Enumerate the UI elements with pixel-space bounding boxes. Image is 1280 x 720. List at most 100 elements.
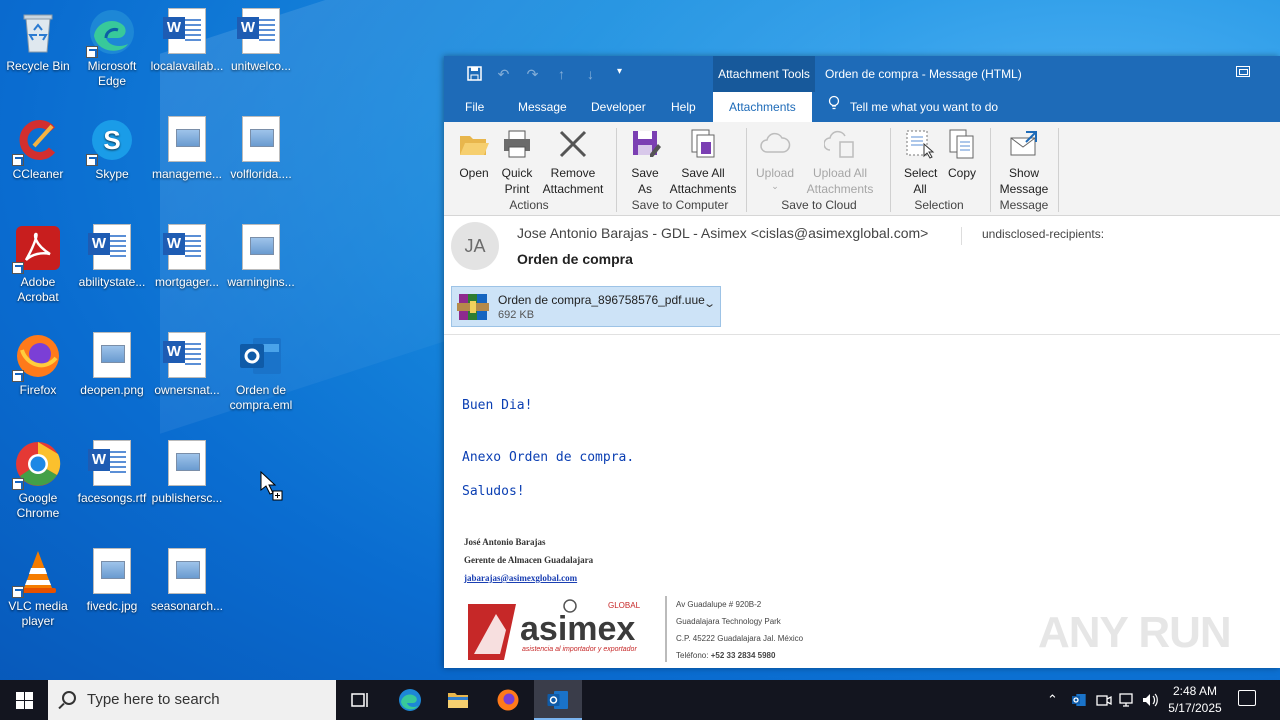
svg-text:GLOBAL: GLOBAL	[608, 601, 641, 610]
icon-label: seasonarch...	[150, 599, 224, 613]
skype-icon[interactable]: S Skype	[74, 116, 150, 182]
select-all-button[interactable]: Select All	[902, 128, 938, 197]
lightbulb-icon	[828, 92, 840, 122]
meet-now-icon[interactable]	[1096, 692, 1112, 708]
icon-label: deopen.png	[80, 383, 144, 397]
quick-print-button[interactable]: Quick Print	[496, 128, 538, 197]
outlook-tray-icon[interactable]	[1071, 692, 1087, 708]
outlook-message-window[interactable]: ↶ ↷ ↑ ↓ ▾ Attachment Tools Orden de comp…	[444, 56, 1280, 668]
customize-toolbar-icon[interactable]: ▾	[611, 66, 628, 84]
group-save-computer-label: Save to Computer	[631, 198, 729, 212]
chevron-down-icon[interactable]: ⌄	[703, 297, 716, 310]
recipients[interactable]: undisclosed-recipients:	[961, 227, 1104, 245]
icon-label: abilitystate...	[78, 275, 146, 289]
image-file-icon[interactable]: warningins...	[223, 224, 299, 290]
save-as-button[interactable]: Save As	[630, 128, 662, 197]
attachment-name: Orden de compra_896758576_pdf.uue	[498, 293, 705, 307]
ccleaner-icon[interactable]: CCleaner	[0, 116, 76, 182]
up-arrow-icon[interactable]: ↑	[553, 66, 570, 84]
body-closing: Saludos!	[462, 484, 525, 499]
edge-icon[interactable]: Microsoft Edge	[74, 8, 150, 89]
attachment-item[interactable]: Orden de compra_896758576_pdf.uue 692 KB…	[451, 286, 721, 327]
icon-label: Adobe Acrobat	[17, 275, 59, 304]
search-placeholder: Type here to search	[87, 691, 220, 708]
upload-button[interactable]: Upload ⌄	[754, 128, 796, 191]
sender[interactable]: Jose Antonio Barajas - GDL - Asimex <cis…	[517, 225, 928, 241]
word-document-icon[interactable]: W unitwelco...	[223, 8, 299, 74]
clock-date: 5/17/2025	[1168, 701, 1222, 715]
group-selection-label: Selection	[914, 198, 964, 212]
open-button[interactable]: Open	[456, 128, 492, 181]
show-hidden-icons-chevron-icon[interactable]: ⌃	[1047, 680, 1058, 720]
system-clock[interactable]: 2:48 AM 5/17/2025	[1164, 683, 1226, 717]
taskbar-file-explorer-button[interactable]	[434, 680, 482, 720]
vlc-icon[interactable]: VLC media player	[0, 548, 76, 629]
printer-icon	[501, 128, 533, 160]
ribbon-display-options-icon[interactable]	[1236, 66, 1250, 77]
avatar[interactable]: JA	[451, 222, 499, 270]
folder-icon	[448, 693, 468, 708]
remove-attachment-button[interactable]: Remove Attachment	[540, 128, 606, 197]
image-file-icon[interactable]: fivedc.jpg	[74, 548, 150, 614]
attachment-size: 692 KB	[498, 309, 535, 321]
notification-center-icon[interactable]	[1238, 690, 1256, 706]
save-icon[interactable]	[466, 66, 483, 84]
tab-attachments[interactable]: Attachments	[713, 92, 812, 122]
image-file-icon[interactable]: manageme...	[149, 116, 225, 182]
image-file-icon[interactable]: deopen.png	[74, 332, 150, 398]
word-document-icon[interactable]: W facesongs.rtf	[74, 440, 150, 506]
recycle-bin-icon[interactable]: Recycle Bin	[0, 8, 76, 74]
task-view-button[interactable]	[336, 680, 384, 720]
copy-button[interactable]: Copy	[944, 128, 980, 181]
image-file-icon[interactable]: volflorida....	[223, 116, 299, 182]
close-x-icon	[557, 128, 589, 160]
save-as-icon	[630, 128, 662, 160]
start-button[interactable]	[0, 680, 48, 720]
volume-icon[interactable]	[1142, 692, 1159, 708]
title-bar[interactable]: ↶ ↷ ↑ ↓ ▾ Attachment Tools Orden de comp…	[444, 56, 1280, 92]
taskbar-outlook-button[interactable]	[534, 680, 582, 720]
adobe-acrobat-icon[interactable]: Adobe Acrobat	[0, 224, 76, 305]
show-message-icon	[1008, 128, 1040, 160]
save-all-attachments-button[interactable]: Save All Attachments	[668, 128, 738, 197]
image-file-icon[interactable]: seasonarch...	[149, 548, 225, 614]
svg-text:asistencia al importador y exp: asistencia al importador y exportador	[522, 646, 637, 653]
tab-file[interactable]: File	[465, 92, 484, 122]
tab-message[interactable]: Message	[518, 92, 567, 122]
show-message-button[interactable]: Show Message	[998, 128, 1050, 197]
tell-me-search[interactable]: Tell me what you want to do	[828, 92, 998, 122]
icon-label: mortgager...	[154, 275, 220, 289]
icon-label: publishersc...	[151, 491, 223, 505]
word-document-icon[interactable]: W mortgager...	[149, 224, 225, 290]
outlook-icon	[547, 691, 568, 709]
tab-help[interactable]: Help	[671, 92, 696, 122]
word-document-icon[interactable]: W localavailab...	[149, 8, 225, 74]
network-icon[interactable]	[1119, 692, 1136, 708]
undo-icon[interactable]: ↶	[495, 66, 512, 84]
archive-file-icon	[457, 292, 489, 322]
svg-text:S: S	[103, 125, 120, 155]
attachment-tools-label: Attachment Tools	[713, 56, 815, 92]
taskbar-edge-button[interactable]	[386, 680, 434, 720]
taskbar-firefox-button[interactable]	[484, 680, 532, 720]
upload-all-attachments-button[interactable]: Upload All Attachments	[798, 128, 882, 197]
image-file-icon[interactable]: publishersc...	[149, 440, 225, 506]
select-all-icon	[904, 128, 936, 160]
watermark: ANY RUN	[1038, 608, 1232, 657]
tab-developer[interactable]: Developer	[591, 92, 646, 122]
signature-email-link[interactable]: jabarajas@asimexglobal.com	[464, 573, 577, 583]
asimex-logo: asimex GLOBAL asistencia al importador y…	[466, 596, 662, 662]
redo-icon[interactable]: ↷	[524, 66, 541, 84]
google-chrome-icon[interactable]: Google Chrome	[0, 440, 76, 521]
outlook-eml-icon[interactable]: Orden de compra.eml	[223, 332, 299, 413]
firefox-icon[interactable]: Firefox	[0, 332, 76, 398]
word-document-icon[interactable]: W ownersnat...	[149, 332, 225, 398]
search-icon	[62, 691, 76, 705]
cloud-upload-icon	[759, 128, 791, 160]
word-document-icon[interactable]: W abilitystate...	[74, 224, 150, 290]
down-arrow-icon[interactable]: ↓	[582, 66, 599, 84]
svg-text:asimex: asimex	[520, 610, 635, 648]
taskbar-search-box[interactable]: Type here to search	[48, 680, 336, 720]
icon-label: CCleaner	[12, 167, 64, 181]
group-actions-label: Actions	[509, 198, 549, 212]
